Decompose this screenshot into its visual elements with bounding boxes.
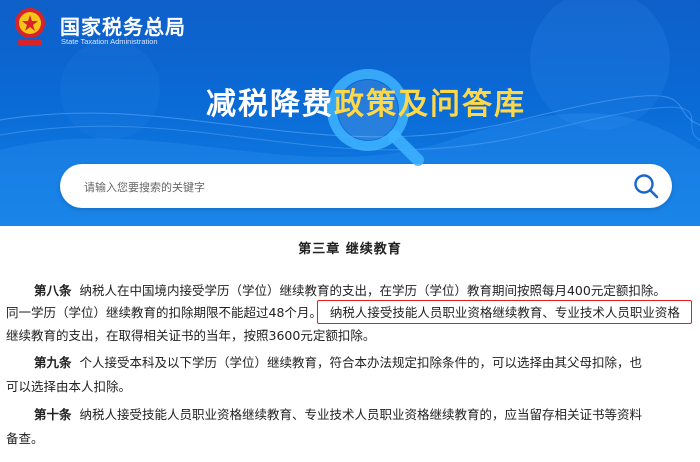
hero-title: 减税降费政策及问答库 (206, 82, 526, 128)
article-9-line-2: 可以选择由本人扣除。 (6, 374, 131, 399)
article-9-label: 第九条 (34, 355, 72, 370)
article-9-text-2: 可以选择由本人扣除。 (6, 379, 132, 394)
chapter-title: 第三章 继续教育 (298, 242, 402, 257)
tax-emblem-logo[interactable] (12, 6, 48, 50)
article-8-text-3: 继续教育的支出，在取得相关证书的当年，按照3600元定额扣除。 (6, 328, 376, 343)
highlight-box (317, 300, 692, 324)
hero-title-part1: 减税降费 (206, 87, 334, 122)
article-10-line-1: 第十条 纳税人接受技能人员职业资格继续教育、专业技术人员职业资格继续教育的，应当… (34, 402, 642, 427)
article-8-line-3: 继续教育的支出，在取得相关证书的当年，按照3600元定额扣除。 (6, 323, 375, 348)
article-8-text-1: 纳税人在中国境内接受学历（学位）继续教育的支出，在学历（学位）教育期间按照每月4… (79, 283, 666, 298)
org-name-en: State Taxation Administration (61, 37, 158, 46)
article-9-line-1: 第九条 个人接受本科及以下学历（学位）继续教育，符合本办法规定扣除条件的，可以选… (34, 350, 642, 375)
org-name[interactable]: 国家税务总局 (60, 11, 186, 40)
article-9-text-1: 个人接受本科及以下学历（学位）继续教育，符合本办法规定扣除条件的，可以选择由其父… (79, 355, 642, 370)
article-10-label: 第十条 (34, 407, 72, 422)
article-10-text-2: 备查。 (6, 431, 44, 446)
header-banner: 国家税务总局 State Taxation Administration 减税降… (0, 0, 700, 226)
article-10-line-2: 备查。 (6, 426, 44, 451)
search-input[interactable] (82, 176, 606, 198)
article-8-label: 第八条 (34, 283, 72, 298)
search-icon[interactable] (632, 172, 660, 200)
article-10-text-1: 纳税人接受技能人员职业资格继续教育、专业技术人员职业资格继续教育的，应当留存相关… (79, 407, 642, 422)
article-8-text-2a: 同一学历（学位）继续教育的扣除期限不能超过48个月。 (6, 305, 322, 320)
hero-title-part2: 政策及问答库 (334, 87, 526, 122)
